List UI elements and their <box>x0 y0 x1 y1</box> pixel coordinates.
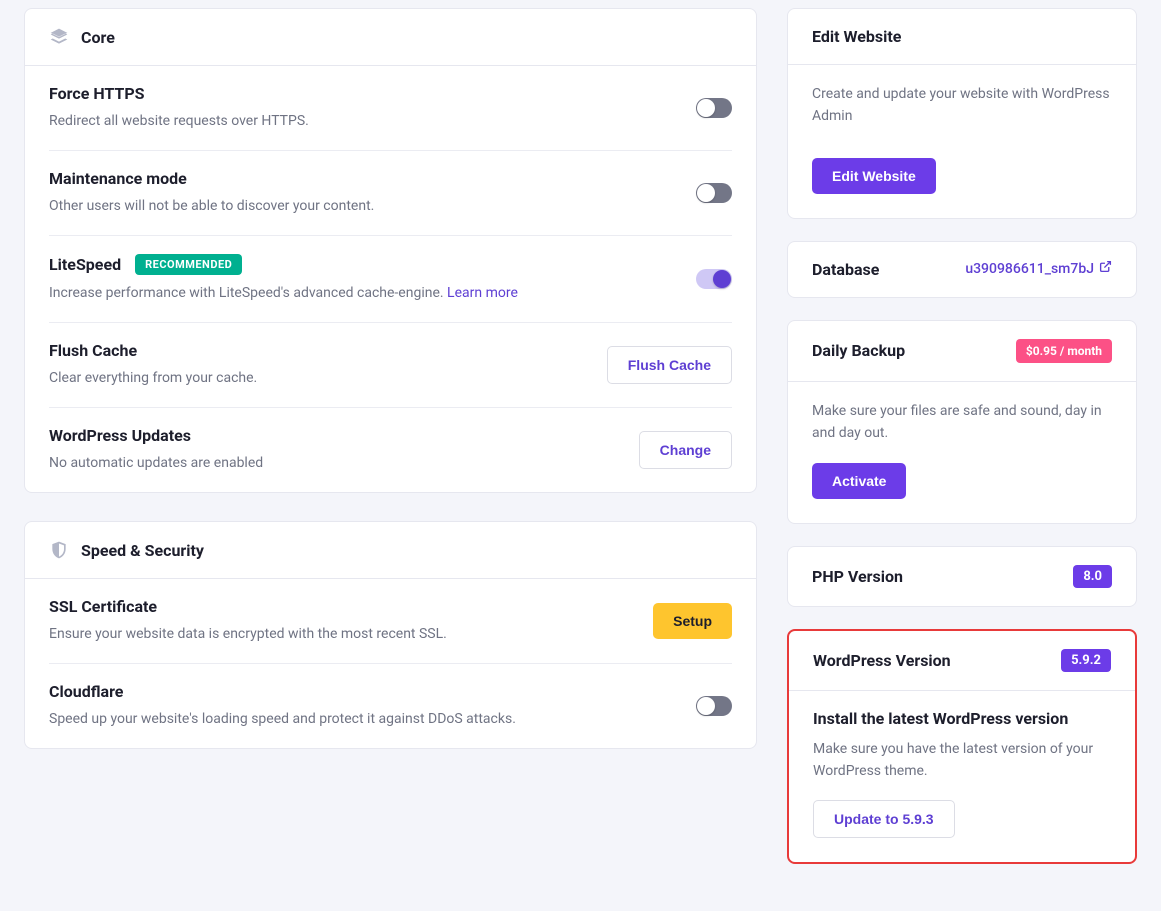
core-title: Core <box>81 28 115 47</box>
cloudflare-title: Cloudflare <box>49 682 676 701</box>
recommended-badge: RECOMMENDED <box>135 254 242 275</box>
flush-cache-row: Flush Cache Clear everything from your c… <box>49 323 732 408</box>
wp-updates-title: WordPress Updates <box>49 426 619 445</box>
daily-backup-title: Daily Backup <box>812 341 905 360</box>
ssl-desc: Ensure your website data is encrypted wi… <box>49 624 633 645</box>
edit-website-desc: Create and update your website with Word… <box>812 83 1112 128</box>
litespeed-title: LiteSpeed <box>49 255 121 274</box>
ssl-title: SSL Certificate <box>49 597 633 616</box>
database-card: Database u390986611_sm7bJ <box>787 241 1137 298</box>
flush-cache-desc: Clear everything from your cache. <box>49 368 587 389</box>
speed-security-card: Speed & Security SSL Certificate Ensure … <box>24 521 757 749</box>
php-version-card: PHP Version 8.0 <box>787 546 1137 607</box>
database-value: u390986611_sm7bJ <box>965 261 1094 277</box>
speed-security-title: Speed & Security <box>81 541 204 560</box>
litespeed-learn-more-link[interactable]: Learn more <box>447 285 518 301</box>
litespeed-row: LiteSpeed RECOMMENDED Increase performan… <box>49 236 732 323</box>
daily-backup-card: Daily Backup $0.95 / month Make sure you… <box>787 320 1137 524</box>
wp-updates-change-button[interactable]: Change <box>639 431 732 469</box>
database-link[interactable]: u390986611_sm7bJ <box>965 261 1112 277</box>
core-card: Core Force HTTPS Redirect all website re… <box>24 8 757 493</box>
php-version-title: PHP Version <box>812 567 903 586</box>
ssl-setup-button[interactable]: Setup <box>653 603 732 639</box>
cloudflare-toggle[interactable] <box>696 696 732 716</box>
ssl-row: SSL Certificate Ensure your website data… <box>49 579 732 664</box>
maintenance-title: Maintenance mode <box>49 169 676 188</box>
wp-install-title: Install the latest WordPress version <box>813 709 1111 728</box>
cloudflare-desc: Speed up your website's loading speed an… <box>49 709 676 730</box>
layers-icon <box>49 27 69 47</box>
wp-updates-desc: No automatic updates are enabled <box>49 453 619 474</box>
edit-website-header: Edit Website <box>788 9 1136 65</box>
litespeed-title-row: LiteSpeed RECOMMENDED <box>49 254 676 275</box>
wp-version-badge: 5.9.2 <box>1061 649 1111 672</box>
litespeed-toggle[interactable] <box>696 269 732 289</box>
edit-website-title: Edit Website <box>812 27 901 46</box>
maintenance-toggle[interactable] <box>696 183 732 203</box>
maintenance-row: Maintenance mode Other users will not be… <box>49 151 732 236</box>
force-https-row: Force HTTPS Redirect all website request… <box>49 66 732 151</box>
force-https-desc: Redirect all website requests over HTTPS… <box>49 111 676 132</box>
daily-backup-desc: Make sure your files are safe and sound,… <box>812 400 1112 445</box>
activate-backup-button[interactable]: Activate <box>812 463 906 499</box>
flush-cache-title: Flush Cache <box>49 341 587 360</box>
external-link-icon <box>1099 260 1112 273</box>
cloudflare-row: Cloudflare Speed up your website's loadi… <box>49 664 732 748</box>
wp-update-button[interactable]: Update to 5.9.3 <box>813 800 955 838</box>
wp-install-desc: Make sure you have the latest version of… <box>813 738 1111 783</box>
wp-version-title: WordPress Version <box>813 651 951 670</box>
edit-website-card: Edit Website Create and update your webs… <box>787 8 1137 219</box>
database-title: Database <box>812 260 879 279</box>
force-https-toggle[interactable] <box>696 98 732 118</box>
maintenance-desc: Other users will not be able to discover… <box>49 196 676 217</box>
force-https-title: Force HTTPS <box>49 84 676 103</box>
litespeed-desc: Increase performance with LiteSpeed's ad… <box>49 283 676 304</box>
daily-backup-header: Daily Backup $0.95 / month <box>788 321 1136 382</box>
wp-updates-row: WordPress Updates No automatic updates a… <box>49 408 732 492</box>
speed-security-header: Speed & Security <box>25 522 756 579</box>
flush-cache-button[interactable]: Flush Cache <box>607 346 732 384</box>
wp-version-header: WordPress Version 5.9.2 <box>789 631 1135 691</box>
daily-backup-price-badge: $0.95 / month <box>1016 339 1112 363</box>
php-version-badge: 8.0 <box>1073 565 1112 588</box>
edit-website-button[interactable]: Edit Website <box>812 158 936 194</box>
wp-version-card: WordPress Version 5.9.2 Install the late… <box>787 629 1137 865</box>
shield-icon <box>49 540 69 560</box>
core-card-header: Core <box>25 9 756 66</box>
